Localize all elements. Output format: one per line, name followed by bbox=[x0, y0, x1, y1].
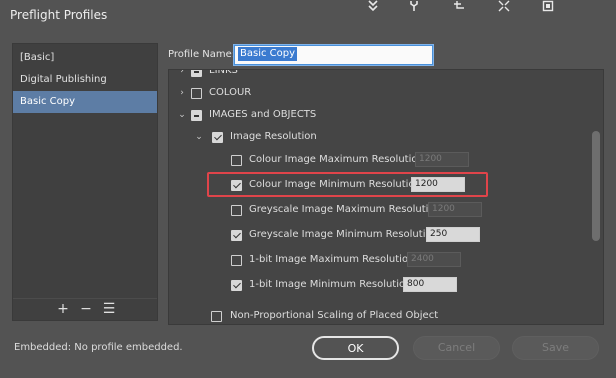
chevron-down-icon[interactable]: ⌄ bbox=[177, 105, 187, 125]
save-button[interactable]: Save bbox=[512, 336, 599, 360]
preflight-rules-tree: › LINKS › COLOUR ⌄ IMAGES and OBJECTS ⌄ … bbox=[168, 69, 604, 325]
colour-image-max-resolution-checkbox[interactable] bbox=[231, 155, 242, 166]
window-icon[interactable] bbox=[541, 0, 555, 13]
tree-scrollbar[interactable] bbox=[590, 69, 602, 325]
profile-list: [Basic] Digital Publishing Basic Copy + … bbox=[12, 43, 158, 321]
tree-row-label: 1-bit Image Minimum Resolution: bbox=[249, 279, 415, 290]
tree-row-images-and-objects[interactable]: ⌄ IMAGES and OBJECTS bbox=[169, 105, 589, 125]
tree-row-label: Greyscale Image Maximum Resolution: bbox=[249, 204, 445, 215]
expand-icon[interactable] bbox=[497, 0, 511, 13]
preflight-profiles-dialog: Preflight Profiles [Basic] Digital Publi… bbox=[0, 0, 616, 378]
profile-name-label: Profile Name: bbox=[168, 49, 236, 60]
tree-row-greyscale-image-min-resolution[interactable]: Greyscale Image Minimum Resolution: 250 bbox=[169, 225, 589, 245]
profile-item-basic-copy[interactable]: Basic Copy bbox=[13, 91, 157, 113]
chevron-right-icon[interactable]: › bbox=[177, 83, 187, 103]
profile-item-digital-publishing[interactable]: Digital Publishing bbox=[13, 69, 157, 91]
1bit-image-max-resolution-input[interactable]: 2400 bbox=[407, 252, 461, 267]
remove-profile-button[interactable]: − bbox=[78, 301, 94, 317]
dialog-title: Preflight Profiles bbox=[10, 8, 108, 22]
profile-list-toolbar: + − ☰ bbox=[13, 298, 157, 320]
colour-checkbox[interactable] bbox=[191, 88, 202, 99]
annotation-highlight-box bbox=[207, 172, 488, 197]
wrench-icon[interactable] bbox=[407, 0, 421, 13]
tree-row-label: COLOUR bbox=[209, 87, 252, 98]
images-and-objects-checkbox[interactable] bbox=[191, 110, 202, 121]
tree-row-colour[interactable]: › COLOUR bbox=[169, 83, 589, 103]
tree-row-image-resolution[interactable]: ⌄ Image Resolution bbox=[169, 127, 589, 147]
tree-row-label: Greyscale Image Minimum Resolution: bbox=[249, 229, 442, 240]
1bit-image-max-resolution-checkbox[interactable] bbox=[231, 255, 242, 266]
tree-row-label: LINKS bbox=[209, 69, 238, 76]
links-checkbox[interactable] bbox=[191, 70, 202, 77]
download-icon[interactable] bbox=[366, 0, 380, 13]
profile-item-label: Basic Copy bbox=[20, 96, 76, 107]
1bit-image-min-resolution-checkbox[interactable] bbox=[231, 280, 242, 291]
greyscale-image-max-resolution-input[interactable]: 1200 bbox=[428, 202, 482, 217]
chevron-right-icon[interactable]: › bbox=[177, 70, 187, 81]
non-proportional-scaling-checkbox[interactable] bbox=[211, 311, 222, 322]
ok-button[interactable]: OK bbox=[312, 336, 399, 360]
pin-icon[interactable] bbox=[452, 0, 466, 13]
profile-menu-button[interactable]: ☰ bbox=[101, 301, 117, 317]
profile-item-basic[interactable]: [Basic] bbox=[13, 47, 157, 69]
tree-row-label: Non-Proportional Scaling of Placed Objec… bbox=[230, 310, 439, 321]
scrollbar-thumb[interactable] bbox=[592, 131, 600, 241]
cancel-button[interactable]: Cancel bbox=[413, 336, 500, 360]
tree-row-label: IMAGES and OBJECTS bbox=[209, 109, 317, 120]
chevron-down-icon[interactable]: ⌄ bbox=[194, 127, 204, 147]
colour-image-max-resolution-input[interactable]: 1200 bbox=[415, 152, 469, 167]
tree-row-1bit-image-max-resolution[interactable]: 1-bit Image Maximum Resolution: 2400 bbox=[169, 250, 589, 270]
tree-row-label: 1-bit Image Maximum Resolution: bbox=[249, 254, 418, 265]
add-profile-button[interactable]: + bbox=[55, 301, 71, 317]
greyscale-image-max-resolution-checkbox[interactable] bbox=[231, 205, 242, 216]
tree-row-links[interactable]: › LINKS bbox=[169, 69, 589, 81]
tree-row-greyscale-image-max-resolution[interactable]: Greyscale Image Maximum Resolution: 1200 bbox=[169, 200, 589, 220]
profile-name-value: Basic Copy bbox=[238, 47, 298, 61]
profile-item-label: [Basic] bbox=[20, 52, 55, 63]
profile-item-label: Digital Publishing bbox=[20, 74, 107, 85]
title-bar: Preflight Profiles bbox=[0, 0, 616, 30]
embedded-status: Embedded: No profile embedded. bbox=[14, 342, 183, 353]
1bit-image-min-resolution-input[interactable]: 800 bbox=[403, 277, 457, 292]
greyscale-image-min-resolution-input[interactable]: 250 bbox=[426, 227, 480, 242]
tree-row-label: Colour Image Maximum Resolution: bbox=[249, 154, 428, 165]
tree-row-1bit-image-min-resolution[interactable]: 1-bit Image Minimum Resolution: 800 bbox=[169, 275, 589, 295]
greyscale-image-min-resolution-checkbox[interactable] bbox=[231, 230, 242, 241]
tree-row-colour-image-max-resolution[interactable]: Colour Image Maximum Resolution: 1200 bbox=[169, 150, 589, 170]
tree-row-non-proportional-scaling[interactable]: Non-Proportional Scaling of Placed Objec… bbox=[169, 306, 589, 324]
profile-name-field[interactable]: Basic Copy bbox=[234, 45, 433, 65]
image-resolution-checkbox[interactable] bbox=[212, 132, 223, 143]
tree-row-label: Image Resolution bbox=[230, 131, 317, 142]
